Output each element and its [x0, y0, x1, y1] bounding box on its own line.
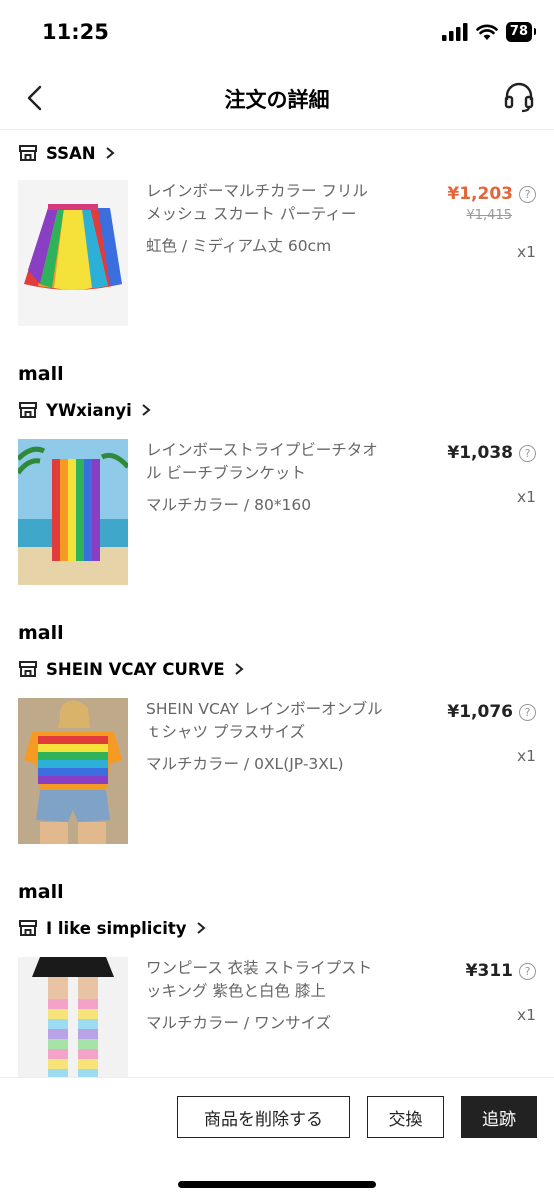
store-name: I like simplicity — [46, 918, 187, 938]
store-icon — [19, 145, 37, 161]
store-icon — [19, 402, 37, 418]
product-image-towel[interactable] — [18, 439, 128, 585]
track-button[interactable]: 追跡 — [461, 1096, 537, 1138]
list-item[interactable]: レインボーストライプビーチタオル ビーチブランケット マルチカラー / 80*1… — [18, 439, 538, 585]
product-price: ¥311 — [465, 961, 513, 981]
store-icon — [19, 920, 37, 936]
wifi-icon — [476, 24, 498, 40]
store-link[interactable]: I like simplicity — [18, 915, 207, 941]
status-bar: 11:25 78 — [0, 0, 554, 64]
headset-icon[interactable] — [502, 80, 536, 114]
chevron-right-icon — [196, 922, 206, 934]
list-item[interactable]: ワンピース 衣装 ストライプストッキング 紫色と白色 膝上 マルチカラー / ワ… — [18, 957, 538, 1077]
chevron-right-icon — [142, 404, 151, 416]
store-link[interactable]: SHEIN VCAY CURVE — [18, 656, 245, 682]
question-circle-icon[interactable]: ? — [519, 962, 536, 980]
mall-label: mall — [18, 622, 64, 644]
product-price: ¥1,076 — [447, 702, 513, 722]
mall-label: mall — [18, 881, 64, 903]
price-row: ¥1,076 ? — [447, 702, 536, 722]
product-image-stockings[interactable] — [18, 957, 128, 1077]
nav-header: 注文の詳細 — [0, 64, 554, 130]
exchange-button[interactable]: 交換 — [367, 1096, 444, 1138]
store-name: SSAN — [46, 143, 96, 163]
price-row: ¥311 ? — [466, 961, 536, 981]
chevron-right-icon — [105, 147, 115, 159]
price-box: ¥1,203 ? ¥1,415 — [447, 184, 536, 223]
order-items-list[interactable]: SSAN レインボーマルチカラー フリル メッシュ スカート パーティー 虹色 … — [0, 131, 554, 1077]
product-info: SHEIN VCAY レインボーオンブルｔシャツ プラスサイズ マルチカラー /… — [146, 698, 386, 774]
product-qty: x1 — [516, 747, 536, 765]
product-variant: マルチカラー / 80*160 — [146, 496, 312, 514]
product-info: ワンピース 衣装 ストライプストッキング 紫色と白色 膝上 マルチカラー / ワ… — [146, 957, 386, 1033]
home-indicator[interactable] — [178, 1181, 376, 1188]
list-item[interactable]: SHEIN VCAY レインボーオンブルｔシャツ プラスサイズ マルチカラー /… — [18, 698, 538, 844]
product-name: レインボーストライプビーチタオル ビーチブランケット — [146, 441, 378, 482]
signal-icon — [441, 23, 468, 41]
store-link[interactable]: SSAN — [18, 140, 116, 166]
page-title: 注文の詳細 — [224, 88, 330, 112]
product-qty: x1 — [516, 243, 536, 261]
store-name: YWxianyi — [46, 400, 132, 420]
price-row: ¥1,203 ? — [447, 184, 536, 204]
action-bar: 商品を削除する 交換 追跡 — [0, 1077, 554, 1200]
product-variant: マルチカラー / 0XL(JP-3XL) — [146, 755, 344, 773]
product-info: レインボーマルチカラー フリル メッシュ スカート パーティー 虹色 / ミディ… — [146, 180, 386, 256]
product-name: SHEIN VCAY レインボーオンブルｔシャツ プラスサイズ — [146, 700, 383, 741]
mall-label: mall — [18, 363, 64, 385]
product-qty: x1 — [516, 488, 536, 506]
list-item[interactable]: レインボーマルチカラー フリル メッシュ スカート パーティー 虹色 / ミディ… — [18, 180, 538, 326]
product-price: ¥1,038 — [447, 443, 513, 463]
store-link[interactable]: YWxianyi — [18, 397, 152, 423]
store-icon — [19, 661, 37, 677]
question-circle-icon[interactable]: ? — [519, 185, 536, 203]
product-variant: 虹色 / ミディアム丈 60cm — [146, 237, 332, 255]
price-box: ¥311 ? — [466, 961, 536, 981]
product-name: ワンピース 衣装 ストライプストッキング 紫色と白色 膝上 — [146, 959, 373, 1000]
chevron-right-icon — [235, 663, 244, 675]
status-icons: 78 — [441, 22, 537, 42]
delete-items-button[interactable]: 商品を削除する — [177, 1096, 350, 1138]
price-row: ¥1,038 ? — [447, 443, 536, 463]
question-circle-icon[interactable]: ? — [519, 703, 536, 721]
original-price: ¥1,415 — [466, 208, 513, 223]
product-name: レインボーマルチカラー フリル メッシュ スカート パーティー — [146, 182, 368, 223]
product-variant: マルチカラー / ワンサイズ — [146, 1014, 332, 1032]
product-image-tshirt[interactable] — [18, 698, 128, 844]
product-image-skirt[interactable] — [18, 180, 128, 326]
price-box: ¥1,076 ? — [447, 702, 536, 722]
battery-indicator: 78 — [505, 22, 537, 42]
question-circle-icon[interactable]: ? — [519, 444, 536, 462]
price-box: ¥1,038 ? — [447, 443, 536, 463]
store-name: SHEIN VCAY CURVE — [46, 659, 225, 679]
status-time: 11:25 — [42, 20, 109, 44]
product-info: レインボーストライプビーチタオル ビーチブランケット マルチカラー / 80*1… — [146, 439, 386, 515]
product-qty: x1 — [516, 1006, 536, 1024]
product-price: ¥1,203 — [447, 184, 513, 204]
